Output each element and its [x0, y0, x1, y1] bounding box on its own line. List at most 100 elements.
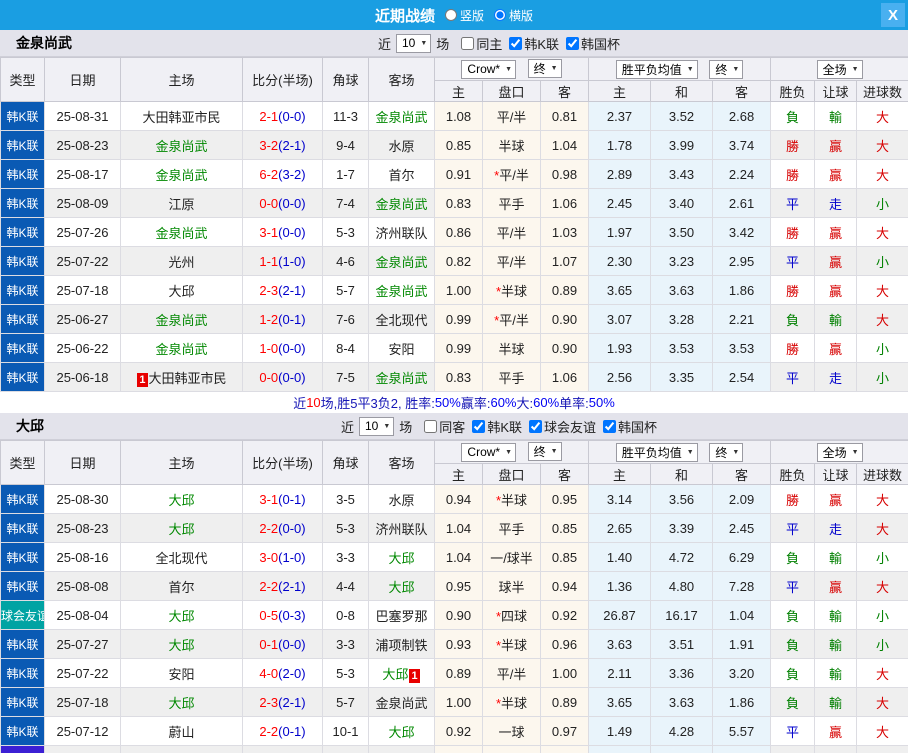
avg-odds-select[interactable]: 胜平负均值 ▼	[615, 442, 698, 462]
odds-away-cell: 0.89	[539, 687, 590, 717]
scope-select[interactable]: 全场 ▼	[816, 442, 863, 462]
filter-checkbox[interactable]	[424, 419, 438, 433]
odds-home-cell: 0.93	[434, 629, 483, 659]
league-badge: 韩K联	[0, 716, 45, 746]
layout-radio-vertical[interactable]: 竖版	[435, 7, 484, 24]
filter-checkbox[interactable]	[528, 419, 542, 433]
score-cell: 2-1(0-0)	[242, 101, 323, 131]
away-team-cell: 大邱 1	[368, 658, 435, 688]
avg-home-cell: 1.40	[588, 542, 652, 572]
date-cell: 25-06-18	[44, 362, 121, 392]
home-team-cell: 江原	[120, 188, 243, 218]
scope-select[interactable]: 全场 ▼	[816, 59, 863, 79]
odds-home-cell: 0.86	[434, 217, 483, 247]
handicap-result-cell: 贏	[814, 159, 858, 189]
handicap-final-select[interactable]: 终 ▼	[527, 442, 562, 462]
horizontal-radio[interactable]	[494, 9, 506, 21]
away-team-cell: 大邱	[368, 571, 435, 601]
handicap-cell: *半球	[482, 687, 541, 717]
layout-radio-horizontal[interactable]: 横版	[484, 7, 533, 24]
match-row: 韩K联 25-08-30 大邱 3-1(0-1) 3-5 水原 0.94 *半球 0.95 3.1…	[0, 484, 908, 514]
filter-checkbox[interactable]	[566, 36, 579, 50]
avg-final-select[interactable]: 终 ▼	[709, 442, 744, 462]
odds-away-cell: 0.90	[539, 304, 590, 334]
odds-home-cell: 0.94	[434, 484, 483, 514]
date-cell: 25-07-27	[44, 629, 121, 659]
match-rows: 韩K联 25-08-31 大田韩亚市民 2-1(0-0) 11-3 金泉尚武 1.08 平/半…	[0, 101, 908, 392]
avg-draw-cell: 16.17	[650, 600, 714, 630]
match-row: 韩K联 25-08-08 首尔 2-2(2-1) 4-4 大邱 0.95 球半 0.94 1.36…	[0, 571, 908, 601]
avg-final-select[interactable]: 终 ▼	[709, 59, 744, 79]
date-cell: 25-08-30	[44, 484, 121, 514]
corner-cell: 5-3	[322, 217, 369, 247]
score-cell: 3-1(0-0)	[242, 217, 323, 247]
home-team-cell: 首尔	[120, 571, 243, 601]
filter-checked: 韩K联	[509, 34, 559, 53]
filter-checkbox[interactable]	[509, 36, 523, 50]
handicap-result-cell: 輸	[814, 658, 858, 688]
filter-checkbox[interactable]	[472, 419, 486, 433]
avg-home-cell: 3.63	[588, 629, 652, 659]
home-team-cell: 大邱	[120, 600, 243, 630]
goals-result-cell: 大	[856, 217, 908, 247]
avg-odds-select[interactable]: 胜平负均值 ▼	[615, 59, 698, 79]
avg-home-cell: 2.11	[588, 658, 652, 688]
away-team-cell: 金泉尚武	[368, 362, 435, 392]
recent-count-select[interactable]: 10 ▼	[358, 416, 395, 436]
match-row: 韩K联 25-07-22 安阳 4-0(2-0) 5-3 大邱 1 0.89 平/半 1.00 2.…	[0, 658, 908, 688]
score-cell: 1-2(0-1)	[242, 745, 323, 753]
matches-label: 场	[436, 36, 450, 52]
result-cell: 勝	[770, 130, 816, 160]
avg-away-cell: 5.57	[712, 716, 772, 746]
score-cell: 0-0(0-0)	[242, 188, 323, 218]
avg-away-cell: 2.45	[712, 513, 772, 543]
col-goals-result: 进球数	[856, 80, 908, 102]
goals-result-cell: 大	[856, 484, 908, 514]
match-row: 韩K联 25-08-17 金泉尚武 6-2(3-2) 1-7 首尔 0.91 *平/半 0.98…	[0, 159, 908, 189]
match-row: 韩K联 25-08-16 全北现代 3-0(1-0) 3-3 大邱 1.04 一/球半 0.85…	[0, 542, 908, 572]
handicap-cell: 平手	[482, 188, 541, 218]
avg-away-cell: 1.04	[712, 600, 772, 630]
home-team-cell: 大邱	[120, 629, 243, 659]
avg-draw-cell: 3.40	[650, 188, 714, 218]
score-cell: 0-1(0-0)	[242, 629, 323, 659]
recent-count-select[interactable]: 10 ▼	[396, 33, 432, 53]
odds-home-cell: 0.92	[434, 716, 483, 746]
avg-away-cell: 2.21	[712, 304, 772, 334]
home-team-cell: 金泉尚武	[120, 304, 243, 334]
result-cell: 負	[770, 600, 816, 630]
handicap-cell: *半球	[482, 629, 541, 659]
col-date: 日期	[44, 440, 121, 485]
avg-odds-header-group: 胜平负均值 ▼ 终 ▼	[588, 57, 772, 81]
filter-checkbox[interactable]	[461, 36, 475, 50]
chevron-down-icon: ▼	[851, 448, 859, 456]
vertical-radio[interactable]	[444, 9, 457, 21]
handicap-result-cell: 贏	[814, 130, 858, 160]
home-team-cell: 金泉尚武	[120, 130, 243, 160]
odds-away-cell: 0.90	[539, 333, 590, 363]
odds-company-select[interactable]: Crow* ▼	[461, 442, 517, 462]
handicap-header-group: Crow* ▼ 终 ▼	[433, 57, 590, 81]
close-button[interactable]: X	[881, 3, 905, 27]
handicap-cell: *半球	[482, 484, 541, 514]
handicap-result-cell: 贏	[814, 571, 858, 601]
filter-checkbox[interactable]	[603, 419, 616, 433]
match-row: 韩K联 25-07-12 蔚山 2-2(0-1) 10-1 大邱 0.92 一球 0.97 1.4…	[0, 716, 908, 746]
handicap-cell: 球半	[482, 571, 541, 601]
result-cell: 勝	[770, 333, 816, 363]
odds-away-cell: 0.95	[539, 484, 590, 514]
result-header-group: 全场 ▼	[770, 57, 908, 81]
match-row: 韩K联 25-06-22 金泉尚武 1-0(0-0) 8-4 安阳 0.99 半球 0.90 1.…	[0, 333, 908, 363]
odds-away-cell: 0.94	[539, 571, 590, 601]
handicap-final-select[interactable]: 终 ▼	[527, 59, 562, 79]
league-badge: 韩K联	[0, 687, 45, 717]
match-row: 韩K联 25-08-09 江原 0-0(0-0) 7-4 金泉尚武 0.83 平手 1.06 2.…	[0, 188, 908, 218]
col-handicap: 盘口	[482, 80, 541, 102]
odds-away-cell: 0.85	[539, 745, 590, 753]
chevron-down-icon: ▼	[732, 65, 740, 73]
result-cell: 負	[770, 658, 816, 688]
odds-company-select[interactable]: Crow* ▼	[461, 59, 517, 79]
score-cell: 2-3(2-1)	[242, 275, 323, 305]
col-home: 主场	[120, 57, 243, 102]
chevron-down-icon: ▼	[505, 65, 513, 73]
